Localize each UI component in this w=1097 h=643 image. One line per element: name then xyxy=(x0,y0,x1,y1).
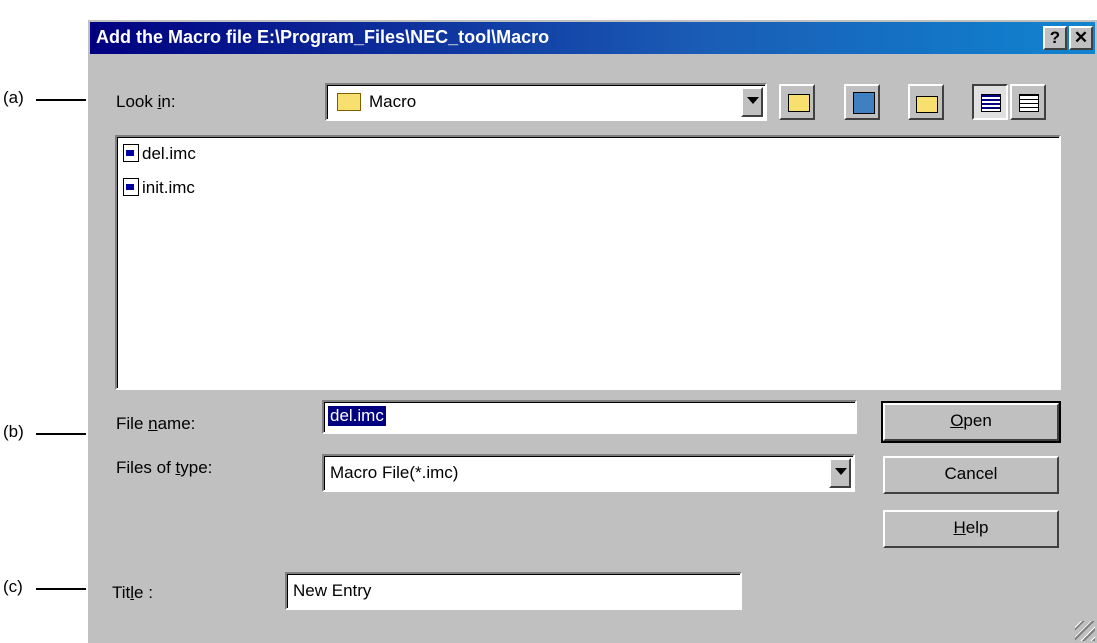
add-macro-dialog: Add the Macro file E:\Program_Files\NEC_… xyxy=(86,18,1097,643)
chevron-down-icon[interactable] xyxy=(741,87,763,117)
files-of-type-dropdown[interactable]: Macro File(*.imc) xyxy=(322,454,855,492)
close-button[interactable]: ✕ xyxy=(1069,26,1093,50)
title-value: New Entry xyxy=(293,581,372,600)
annotation-a-arrow xyxy=(36,93,102,107)
files-of-type-value: Macro File(*.imc) xyxy=(330,463,459,482)
look-in-dropdown[interactable]: Macro xyxy=(325,83,767,121)
macro-file-icon xyxy=(123,178,139,196)
file-name-input[interactable]: del.imc xyxy=(322,400,857,434)
details-view-icon xyxy=(1019,94,1039,112)
list-item[interactable]: init.imc xyxy=(123,177,195,199)
look-in-value: Macro xyxy=(369,92,417,111)
macro-file-icon xyxy=(123,144,139,162)
look-in-label: Look in: xyxy=(116,92,176,111)
up-folder-icon xyxy=(788,94,810,112)
file-name-label: File name: xyxy=(116,414,196,433)
annotation-c-arrow xyxy=(36,582,102,596)
list-view-button[interactable] xyxy=(972,84,1008,120)
new-folder-icon xyxy=(916,96,938,113)
title-input[interactable]: New Entry xyxy=(285,572,742,610)
cancel-button[interactable]: Cancel xyxy=(883,456,1059,494)
annotation-b: (b) xyxy=(3,422,24,441)
file-list[interactable]: del.imc init.imc xyxy=(115,135,1061,390)
file-name-value: del.imc xyxy=(328,406,386,426)
folder-icon xyxy=(337,93,361,111)
help-button[interactable]: Help xyxy=(883,510,1059,548)
title-label: Title : xyxy=(112,583,153,602)
annotation-a: (a) xyxy=(3,88,24,107)
resize-grip[interactable] xyxy=(1075,621,1095,641)
open-button[interactable]: Open xyxy=(881,401,1061,443)
files-of-type-label: Files of type: xyxy=(116,458,213,477)
help-title-button[interactable]: ? xyxy=(1043,26,1067,50)
details-view-button[interactable] xyxy=(1010,84,1046,120)
desktop-button[interactable] xyxy=(844,84,880,120)
up-one-level-button[interactable] xyxy=(779,84,815,120)
window-title: Add the Macro file E:\Program_Files\NEC_… xyxy=(96,27,550,47)
title-bar[interactable]: Add the Macro file E:\Program_Files\NEC_… xyxy=(90,22,1095,54)
annotation-b-arrow xyxy=(36,427,102,441)
annotation-c: (c) xyxy=(3,577,23,596)
list-view-icon xyxy=(981,94,1001,112)
list-item[interactable]: del.imc xyxy=(123,143,196,165)
desktop-icon xyxy=(853,92,875,114)
create-new-folder-button[interactable] xyxy=(908,84,944,120)
chevron-down-icon[interactable] xyxy=(829,458,851,488)
